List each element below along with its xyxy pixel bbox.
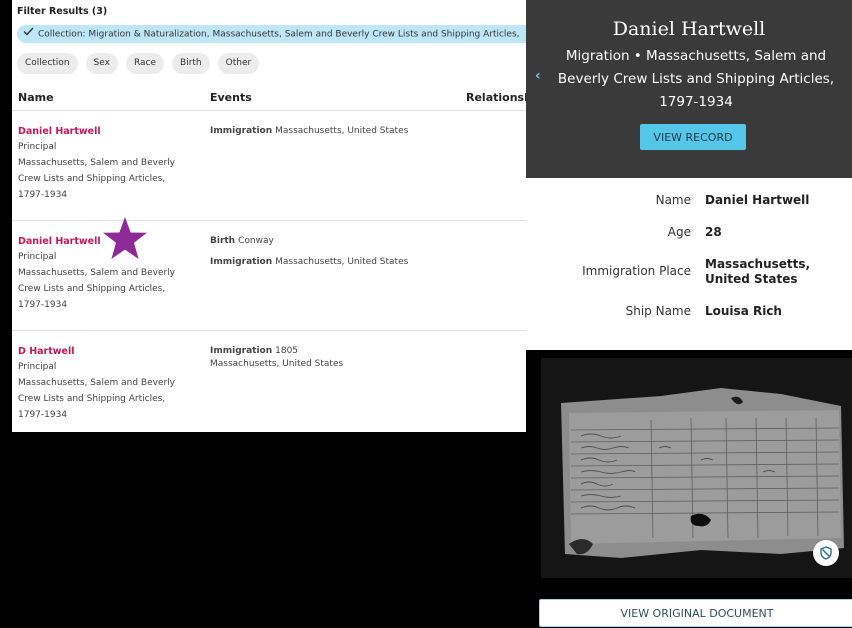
star-icon: [103, 217, 147, 259]
event-immigration: Immigration Massachusetts, United States: [210, 126, 409, 136]
result-collection: Massachusetts, Salem and Beverly Crew Li…: [18, 378, 176, 420]
result-name-link[interactable]: Daniel Hartwell: [18, 126, 101, 137]
event-immigration: Immigration 1805: [210, 346, 299, 356]
result-name-link[interactable]: D Hartwell: [18, 346, 75, 357]
filter-results-title: Filter Results (3): [17, 6, 108, 17]
filter-chip-birth[interactable]: Birth: [172, 53, 210, 74]
record-detail-panel: Daniel Hartwell Migration • Massachusett…: [526, 0, 852, 628]
record-title: Daniel Hartwell: [612, 18, 766, 40]
document-scan-image: [541, 358, 852, 578]
view-original-document-button[interactable]: VIEW ORIGINAL DOCUMENT: [539, 599, 852, 627]
record-fields: Name Daniel Hartwell Age 28 Immigration …: [526, 178, 852, 350]
check-icon: [23, 25, 34, 43]
search-results-panel: Filter Results (3) Collection: Migration…: [12, 0, 528, 432]
document-image[interactable]: [541, 358, 852, 578]
filter-chip-group: Collection Sex Race Birth Other: [17, 53, 260, 74]
table-row[interactable]: Daniel Hartwell Principal Massachusetts,…: [12, 110, 528, 221]
field-label-ship-name: Ship Name: [625, 304, 691, 318]
column-header-events[interactable]: Events: [210, 91, 252, 104]
filter-chip-collection[interactable]: Collection: [17, 53, 78, 74]
event-immigration-place: Massachusetts, United States: [210, 359, 344, 369]
active-collection-filter-chip[interactable]: Collection: Migration & Naturalization, …: [17, 25, 528, 43]
chevron-left-icon[interactable]: ‹: [535, 68, 541, 84]
field-value-name: Daniel Hartwell: [705, 193, 810, 207]
field-label-name: Name: [655, 193, 691, 207]
field-value-immigration-place: Massachusetts, United States: [705, 257, 811, 286]
column-header-relationship[interactable]: Relationsh: [466, 91, 528, 104]
event-birth: Birth Conway: [210, 236, 274, 246]
result-role: Principal: [18, 252, 57, 262]
field-label-immigration-place: Immigration Place: [582, 264, 691, 278]
record-header: Daniel Hartwell Migration • Massachusett…: [526, 0, 852, 178]
filter-chip-sex[interactable]: Sex: [85, 53, 118, 74]
result-role: Principal: [18, 142, 57, 152]
column-header-name[interactable]: Name: [18, 91, 54, 104]
table-row[interactable]: D Hartwell Principal Massachusetts, Sale…: [12, 330, 528, 432]
active-chip-label: Collection: Migration & Naturalization, …: [38, 29, 520, 40]
view-record-button[interactable]: VIEW RECORD: [640, 124, 746, 150]
field-value-age: 28: [705, 225, 722, 239]
field-value-ship-name: Louisa Rich: [705, 304, 782, 318]
record-subtitle: Migration • Massachusetts, Salem and Bev…: [557, 48, 835, 110]
shield-icon[interactable]: [813, 540, 839, 566]
result-role: Principal: [18, 362, 57, 372]
result-collection: Massachusetts, Salem and Beverly Crew Li…: [18, 158, 176, 200]
table-row[interactable]: Daniel Hartwell Principal Massachusetts,…: [12, 220, 528, 331]
result-collection: Massachusetts, Salem and Beverly Crew Li…: [18, 268, 176, 310]
filter-chip-race[interactable]: Race: [125, 53, 165, 74]
field-label-age: Age: [667, 225, 691, 239]
result-name-link[interactable]: Daniel Hartwell: [18, 236, 101, 247]
event-immigration: Immigration Massachusetts, United States: [210, 257, 409, 267]
filter-chip-other[interactable]: Other: [217, 53, 260, 74]
